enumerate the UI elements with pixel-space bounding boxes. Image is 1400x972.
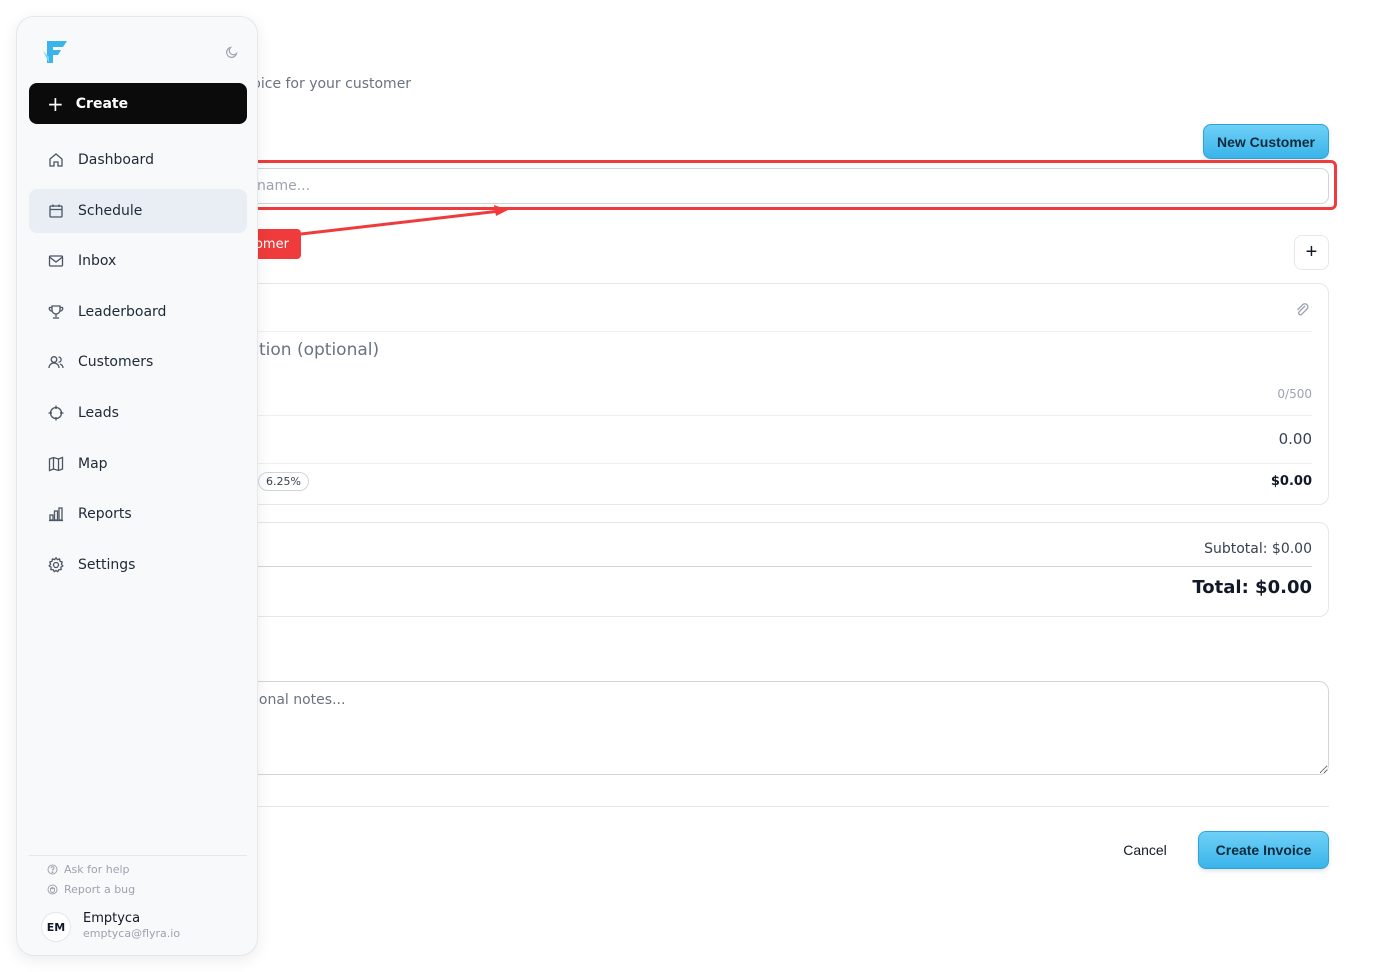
total: Total: $0.00 bbox=[1192, 577, 1312, 598]
cancel-button[interactable]: Cancel bbox=[1105, 834, 1185, 866]
annotation-highlight-box bbox=[141, 160, 1337, 210]
bug-icon bbox=[47, 884, 58, 895]
create-invoice-button[interactable]: Create Invoice bbox=[1198, 831, 1329, 869]
plus-icon: + bbox=[1305, 241, 1318, 263]
sidebar-item-inbox[interactable]: Inbox bbox=[29, 239, 247, 283]
new-customer-button[interactable]: New Customer bbox=[1203, 124, 1329, 159]
sidebar-item-label: Leads bbox=[78, 404, 119, 421]
bug-label: Report a bug bbox=[64, 883, 136, 896]
sidebar-item-label: Inbox bbox=[78, 253, 117, 270]
sidebar-item-label: Schedule bbox=[78, 202, 143, 219]
calendar-icon bbox=[49, 204, 63, 218]
sidebar: + Create Dashboard Schedule Inbox Leader… bbox=[16, 16, 258, 956]
map-icon bbox=[48, 456, 64, 472]
help-circle-icon bbox=[47, 864, 58, 875]
page-subtitle: voice for your customer bbox=[244, 76, 412, 92]
sidebar-item-label: Settings bbox=[78, 556, 136, 573]
crosshair-icon bbox=[48, 405, 64, 421]
page: e voice for your customer New Customer 1… bbox=[0, 0, 1400, 972]
sidebar-item-leaderboard[interactable]: Leaderboard bbox=[29, 290, 247, 334]
home-icon bbox=[49, 153, 63, 167]
subtotal: Subtotal: $0.00 bbox=[1204, 541, 1312, 557]
help-label: Ask for help bbox=[64, 863, 130, 876]
plus-icon: + bbox=[47, 91, 64, 116]
moon-icon[interactable] bbox=[225, 45, 239, 59]
sidebar-item-label: Dashboard bbox=[78, 152, 154, 168]
user-email: emptyca@flyra.io bbox=[83, 927, 181, 940]
sidebar-item-leads[interactable]: Leads bbox=[29, 391, 247, 435]
add-item-button[interactable]: + bbox=[1294, 235, 1329, 270]
sidebar-nav: Dashboard Schedule Inbox Leaderboard Cus… bbox=[29, 138, 247, 593]
item-description-field[interactable]: tion (optional) bbox=[259, 340, 379, 360]
item-divider bbox=[241, 415, 1312, 416]
totals-card: Subtotal: $0.00 Total: $0.00 bbox=[220, 522, 1329, 617]
line-total: $0.00 bbox=[1270, 474, 1312, 489]
create-button-label: Create bbox=[75, 95, 129, 112]
sidebar-item-label: Map bbox=[78, 455, 108, 472]
create-button[interactable]: + Create bbox=[29, 83, 247, 124]
avatar[interactable]: EM bbox=[41, 912, 71, 942]
sidebar-item-label: Customers bbox=[78, 354, 154, 371]
notes-textarea[interactable] bbox=[220, 681, 1329, 775]
sidebar-item-reports[interactable]: Reports bbox=[29, 492, 247, 536]
users-icon bbox=[48, 356, 64, 369]
item-quantity[interactable]: 0.00 bbox=[1279, 430, 1312, 448]
sidebar-item-label: Leaderboard bbox=[78, 303, 167, 320]
item-divider bbox=[241, 331, 1312, 332]
sidebar-item-customers[interactable]: Customers bbox=[29, 340, 247, 384]
footer-divider bbox=[220, 806, 1329, 807]
sidebar-item-settings[interactable]: Settings bbox=[29, 543, 247, 587]
sidebar-item-dashboard[interactable]: Dashboard bbox=[29, 138, 247, 182]
trophy-icon bbox=[48, 305, 64, 319]
bar-chart-icon bbox=[49, 507, 63, 522]
char-count: 0/500 bbox=[1277, 387, 1312, 401]
app-logo[interactable] bbox=[41, 37, 71, 67]
user-name: Emptyca bbox=[83, 911, 141, 926]
mail-icon bbox=[48, 255, 64, 267]
sidebar-item-label: Reports bbox=[78, 506, 132, 523]
line-item-card: tion (optional) 0/500 0.00 6.25% $0.00 bbox=[220, 283, 1329, 505]
tax-rate-chip[interactable]: 6.25% bbox=[258, 472, 309, 491]
item-divider bbox=[241, 463, 1312, 464]
sidebar-item-map[interactable]: Map bbox=[29, 442, 247, 486]
sidebar-item-schedule[interactable]: Schedule bbox=[29, 188, 247, 233]
paperclip-icon[interactable] bbox=[1294, 302, 1310, 318]
sidebar-divider bbox=[29, 855, 247, 856]
totals-divider bbox=[241, 566, 1312, 567]
gear-icon bbox=[48, 556, 64, 573]
ask-for-help-link[interactable]: Ask for help bbox=[47, 863, 130, 876]
report-bug-link[interactable]: Report a bug bbox=[47, 883, 135, 896]
